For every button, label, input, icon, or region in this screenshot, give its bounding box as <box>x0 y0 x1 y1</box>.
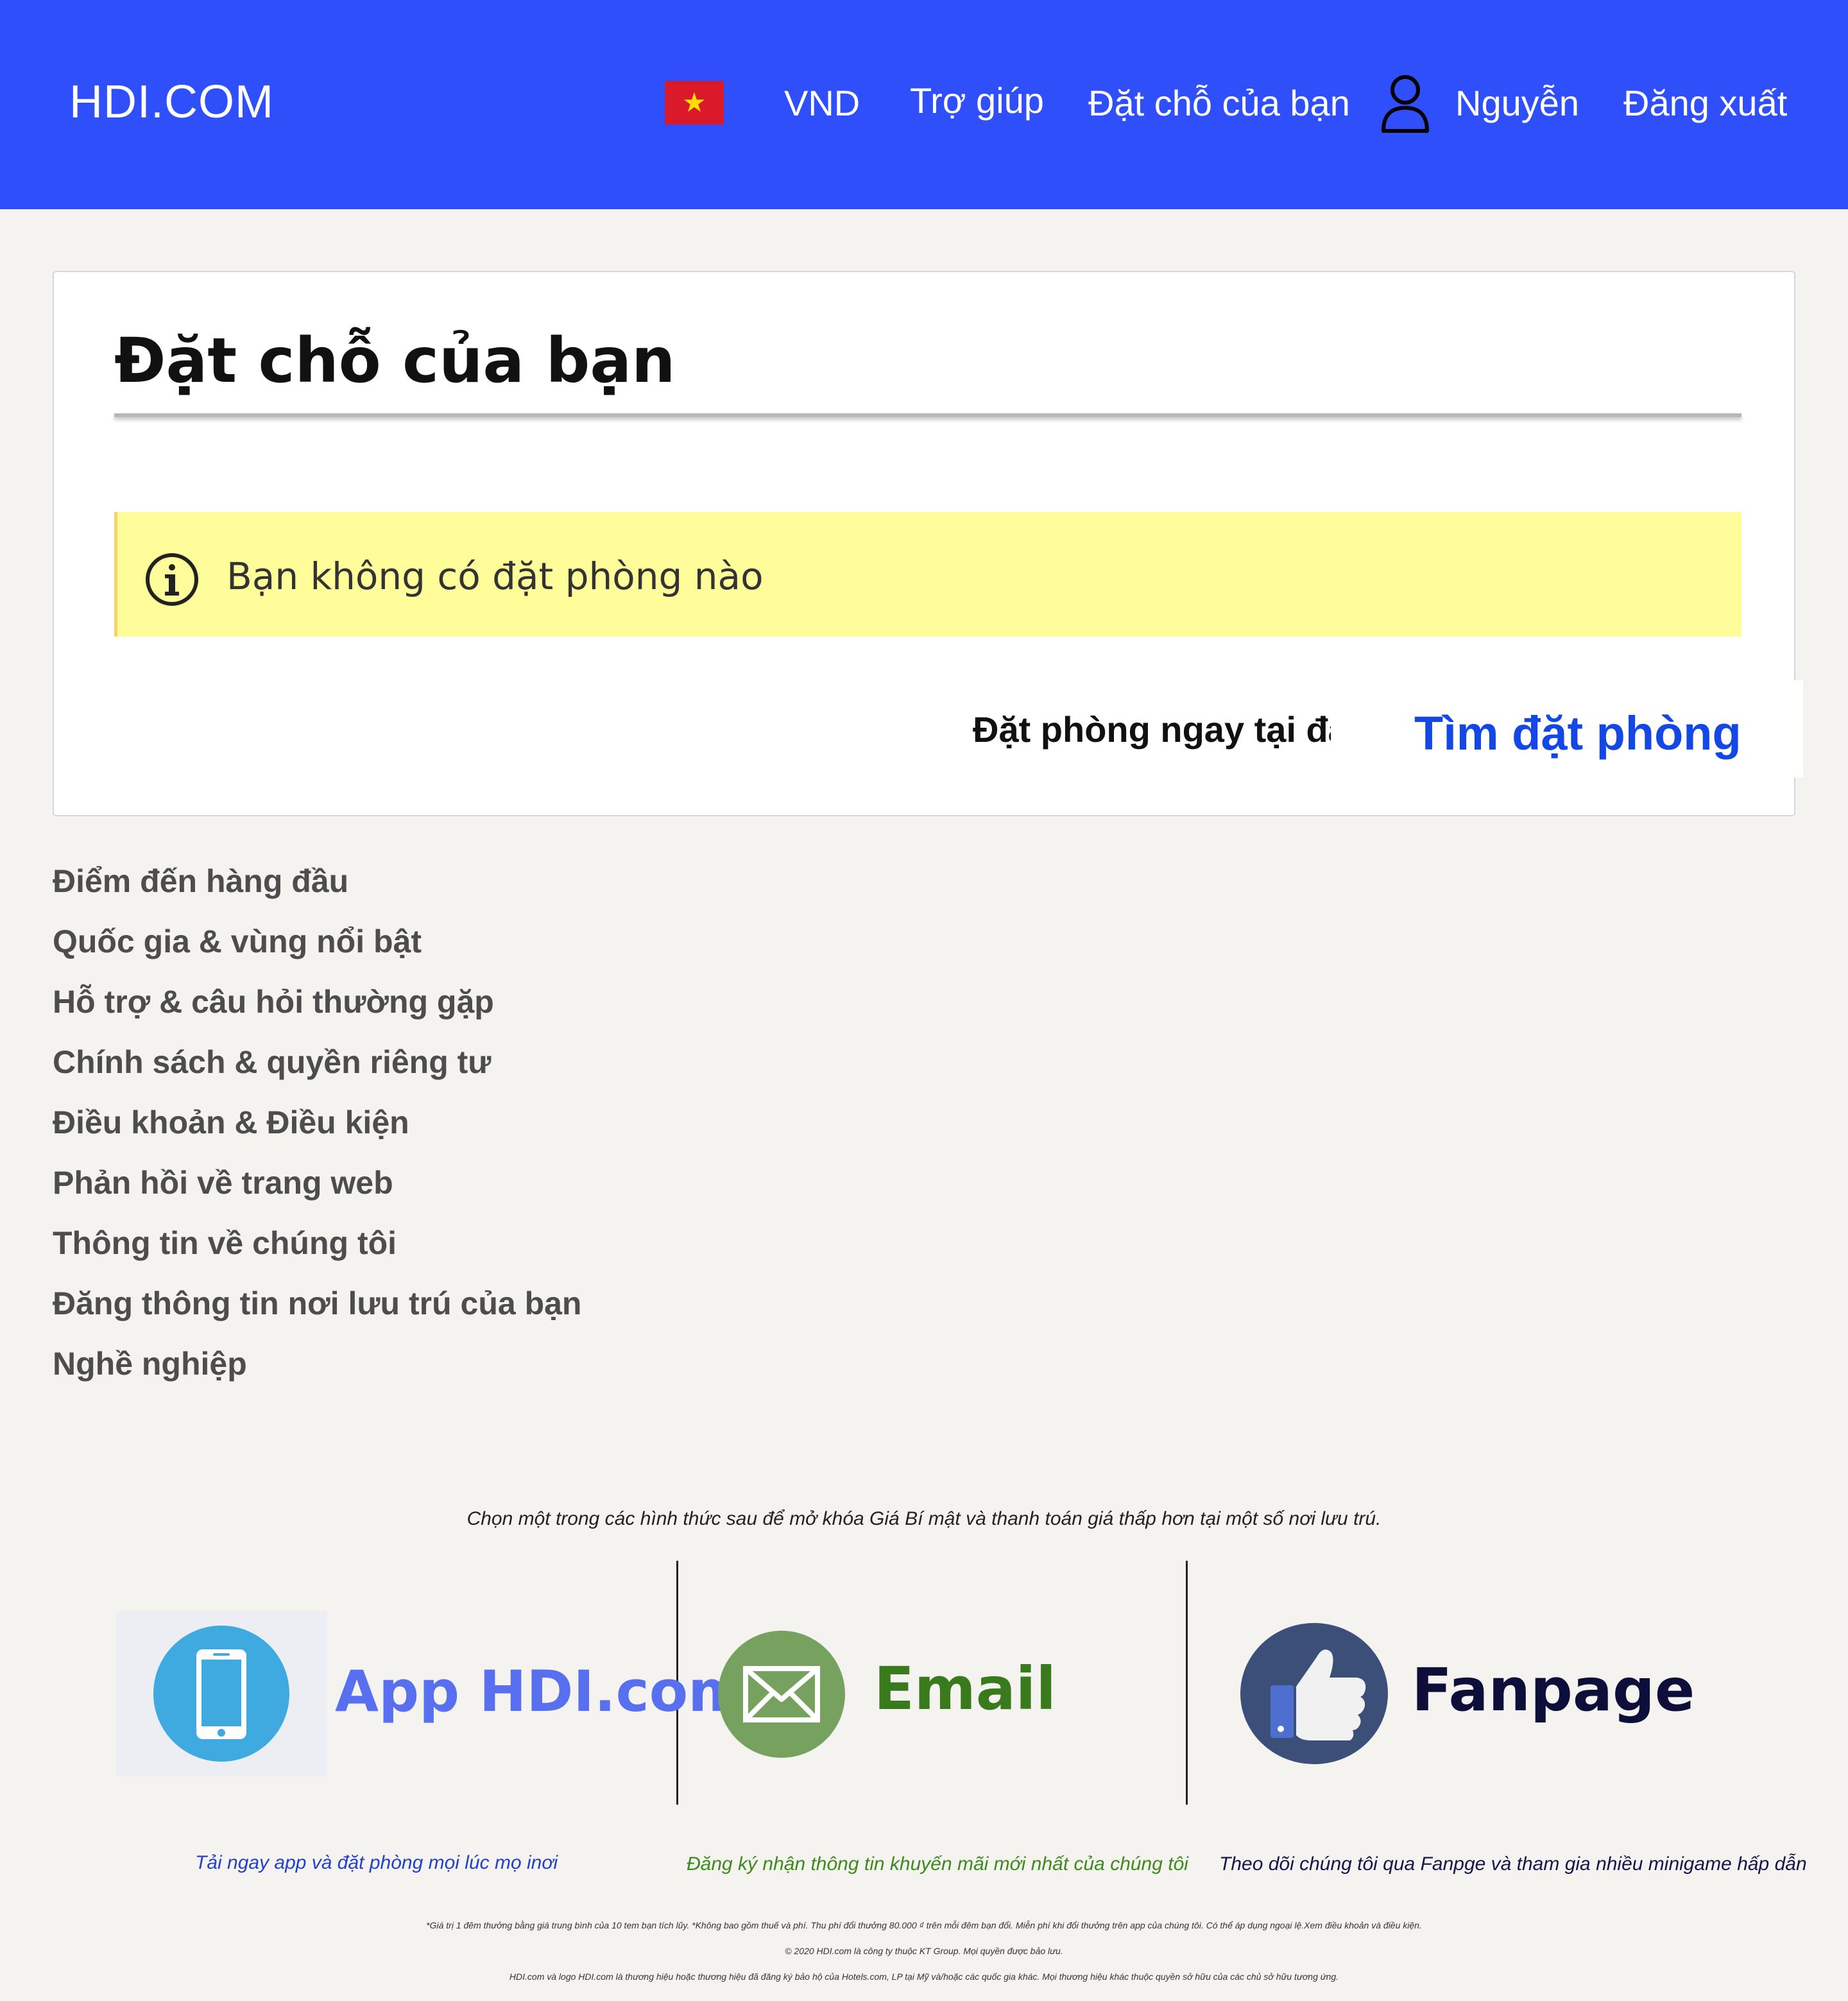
top-header: HDI.COM ★ VND Trợ giúp Đặt chỗ của bạn N… <box>0 0 1848 209</box>
footer-link-about-us[interactable]: Thông tin về chúng tôi <box>53 1224 581 1285</box>
flag-star-icon: ★ <box>682 87 706 118</box>
footer-link-featured-countries[interactable]: Quốc gia & vùng nổi bật <box>53 923 581 983</box>
logout-link[interactable]: Đăng xuất <box>1623 82 1787 124</box>
phone-icon[interactable] <box>116 1611 327 1776</box>
promo-intro: Chọn một trong các hình thức sau để mở k… <box>466 1508 1382 1529</box>
fanpage-promo-title[interactable]: Fanpage <box>1412 1656 1695 1724</box>
alert-message: Bạn không có đặt phòng nào <box>227 554 764 598</box>
user-name-link[interactable]: Nguyễn <box>1455 82 1579 124</box>
fanpage-promo-desc: Theo dõi chúng tôi qua Fanpge và tham gi… <box>1219 1853 1807 1875</box>
info-icon <box>146 553 198 606</box>
footer-link-privacy-policy[interactable]: Chính sách & quyền riêng tư <box>53 1043 581 1104</box>
fine-print-terms: *Giá trị 1 đêm thưởng bằng giá trung bìn… <box>426 1920 1422 1930</box>
find-booking-button-label: Tìm đặt phòng <box>1414 707 1741 760</box>
fine-print-trademark: HDI.com và logo HDI.com là thương hiệu h… <box>509 1971 1339 1982</box>
bookings-card: Đặt chỗ của bạn Bạn không có đặt phòng n… <box>53 271 1803 816</box>
no-bookings-alert: Bạn không có đặt phòng nào <box>114 512 1741 637</box>
footer-link-support-faq[interactable]: Hỗ trợ & câu hỏi thường gặp <box>53 983 581 1043</box>
footer-links: Điểm đến hàng đầu Quốc gia & vùng nổi bậ… <box>53 863 581 1405</box>
envelope-icon[interactable] <box>717 1630 846 1758</box>
find-booking-button[interactable]: Tìm đặt phòng <box>1331 680 1803 778</box>
brand-logo[interactable]: HDI.COM <box>69 76 274 128</box>
email-promo-title[interactable]: Email <box>874 1654 1056 1723</box>
footer-link-terms[interactable]: Điều khoản & Điều kiện <box>53 1104 581 1164</box>
app-promo-title[interactable]: App HDI.com <box>335 1658 747 1724</box>
vietnam-flag-icon[interactable]: ★ <box>665 81 724 125</box>
app-promo-desc: Tải ngay app và đặt phòng mọi lúc mọ inơ… <box>195 1852 558 1873</box>
currency-selector[interactable]: VND <box>784 82 860 124</box>
thumbs-up-icon[interactable] <box>1240 1622 1389 1765</box>
user-icon[interactable] <box>1380 72 1431 133</box>
page-title: Đặt chỗ của bạn <box>114 325 676 397</box>
title-divider <box>114 413 1741 417</box>
fine-print-copyright: © 2020 HDI.com là công ty thuộc KT Group… <box>785 1946 1063 1956</box>
footer-link-top-destinations[interactable]: Điểm đến hàng đầu <box>53 863 581 923</box>
footer-link-list-property[interactable]: Đăng thông tin nơi lưu trú của bạn <box>53 1285 581 1345</box>
footer-link-careers[interactable]: Nghề nghiệp <box>53 1345 581 1405</box>
book-now-label: Đặt phòng ngay tại đây <box>973 709 1369 750</box>
bookings-link[interactable]: Đặt chỗ của bạn <box>1088 82 1350 124</box>
help-link[interactable]: Trợ giúp <box>910 80 1044 121</box>
email-promo-desc: Đăng ký nhận thông tin khuyến mãi mới nh… <box>687 1853 1188 1875</box>
promo-divider <box>1186 1561 1188 1805</box>
footer-link-site-feedback[interactable]: Phản hồi về trang web <box>53 1164 581 1224</box>
